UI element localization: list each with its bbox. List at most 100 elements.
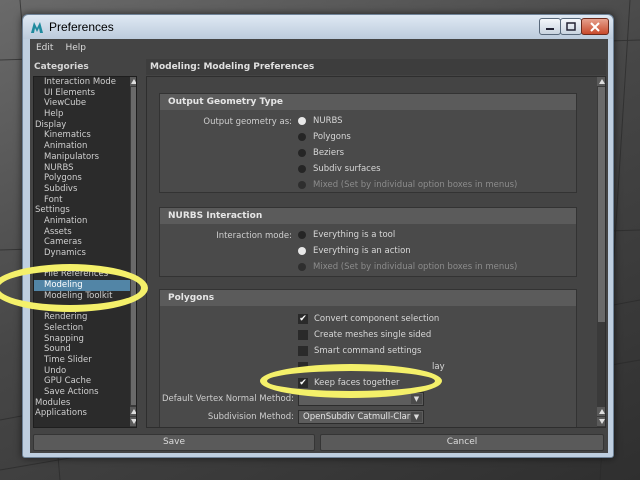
default-vertex-normal-dropdown[interactable]: ▼ — [298, 392, 424, 406]
output-geometry-section: Output Geometry Type Output geometry as:… — [159, 93, 577, 193]
category-item-time-slider[interactable]: Time Slider — [34, 355, 136, 366]
categories-scrollbar[interactable] — [130, 77, 136, 427]
radio-button-icon — [298, 247, 306, 255]
arrow-up-icon — [598, 79, 605, 84]
radio-mixed-output: Mixed (Set by individual option boxes in… — [298, 178, 517, 192]
category-item-cameras[interactable]: Cameras — [34, 237, 136, 248]
title-bar[interactable]: Preferences — [23, 15, 613, 39]
arrow-down-icon — [131, 419, 136, 424]
radio-button-icon — [298, 133, 306, 141]
category-item-modeling[interactable]: Modeling — [34, 280, 136, 291]
category-item-polygons[interactable]: Polygons — [34, 173, 136, 184]
categories-list[interactable]: Interaction Mode UI Elements ViewCube Help D… — [33, 76, 137, 428]
arrow-up-icon — [131, 409, 136, 414]
minimize-icon — [546, 27, 554, 30]
radio-button-icon — [298, 231, 306, 239]
content-scroll-up-button[interactable] — [597, 77, 605, 86]
nurbs-interaction-title[interactable]: NURBS Interaction — [160, 208, 576, 224]
category-item-subdivs[interactable]: Subdivs — [34, 184, 136, 195]
category-item-save-actions[interactable]: Save Actions — [34, 387, 136, 398]
output-geometry-label: Output geometry as: — [203, 117, 292, 127]
category-item-font[interactable]: Font — [34, 195, 136, 206]
radio-button-icon — [298, 263, 306, 271]
category-item-help[interactable]: Help — [34, 109, 136, 120]
category-item-interaction-mode[interactable]: Interaction Mode — [34, 77, 136, 88]
close-button[interactable] — [581, 18, 609, 35]
category-item-sound[interactable]: Sound — [34, 344, 136, 355]
category-item-kinematics[interactable]: Kinematics — [34, 130, 136, 141]
save-button[interactable]: Save — [33, 434, 315, 451]
category-item-settings[interactable]: Settings — [34, 205, 136, 216]
category-item-modeling-toolkit[interactable]: Modeling Toolkit — [34, 291, 136, 302]
checkbox-icon — [298, 330, 308, 340]
category-item-nurbs[interactable]: NURBS — [34, 163, 136, 174]
output-geometry-body: Output geometry as: NURBS Polygons Bezie… — [160, 110, 576, 192]
content-scroll-down-button[interactable] — [597, 417, 605, 426]
maya-app-icon — [31, 22, 43, 33]
nurbs-interaction-body: Interaction mode: Everything is a tool E… — [160, 224, 576, 276]
window-title: Preferences — [49, 20, 114, 34]
subdivision-method-label: Subdivision Method: — [207, 412, 294, 422]
radio-mixed-interaction: Mixed (Set by individual option boxes in… — [298, 260, 517, 274]
category-item-blank[interactable] — [34, 259, 136, 270]
category-item-selection[interactable]: Selection — [34, 323, 136, 334]
polygons-title[interactable]: Polygons — [160, 290, 576, 306]
categories-items: Interaction Mode UI Elements ViewCube Help D… — [34, 77, 136, 419]
category-item-blank[interactable] — [34, 301, 136, 312]
check-smart-command-settings[interactable]: Smart command settings — [298, 344, 421, 358]
checkbox-checked-icon: ✔ — [298, 378, 308, 388]
polygons-body: ✔ Convert component selection Create mes… — [160, 306, 576, 427]
category-item-snapping[interactable]: Snapping — [34, 334, 136, 345]
arrow-down-icon — [598, 419, 605, 424]
scroll-down-button[interactable] — [130, 417, 136, 426]
close-icon — [590, 21, 600, 32]
category-item-undo[interactable]: Undo — [34, 366, 136, 377]
category-item-file-references[interactable]: File References — [34, 269, 136, 280]
radio-everything-action[interactable]: Everything is an action — [298, 244, 411, 258]
categories-scroll-thumb[interactable] — [131, 87, 136, 405]
arrow-up-icon — [598, 409, 605, 414]
check-convert-component-selection[interactable]: ✔ Convert component selection — [298, 312, 439, 326]
category-item-assets[interactable]: Assets — [34, 227, 136, 238]
category-item-rendering[interactable]: Rendering — [34, 312, 136, 323]
radio-subdiv-surfaces[interactable]: Subdiv surfaces — [298, 162, 381, 176]
category-item-viewcube[interactable]: ViewCube — [34, 98, 136, 109]
category-item-modules[interactable]: Modules — [34, 398, 136, 409]
category-item-dynamics[interactable]: Dynamics — [34, 248, 136, 259]
category-item-applications[interactable]: Applications — [34, 408, 136, 419]
category-item-animation[interactable]: Animation — [34, 141, 136, 152]
polygons-section: Polygons ✔ Convert component selection C… — [159, 289, 577, 427]
check-keep-faces-together[interactable]: ✔ Keep faces together — [298, 376, 400, 390]
category-item-ui-elements[interactable]: UI Elements — [34, 88, 136, 99]
menu-help[interactable]: Help — [59, 43, 92, 53]
scroll-up-button[interactable] — [130, 77, 136, 86]
radio-button-icon — [298, 149, 306, 157]
window-client-area: Edit Help Categories Interaction Mode UI … — [30, 39, 608, 453]
content-scroll-up-button-lower[interactable] — [597, 407, 605, 416]
category-item-display[interactable]: Display — [34, 120, 136, 131]
cancel-button[interactable]: Cancel — [320, 434, 604, 451]
menu-bar: Edit Help — [30, 39, 608, 57]
check-display-option[interactable]: lay — [298, 360, 445, 374]
minimize-button[interactable] — [539, 18, 561, 35]
radio-polygons[interactable]: Polygons — [298, 130, 351, 144]
radio-button-icon — [298, 165, 306, 173]
category-item-manipulators[interactable]: Manipulators — [34, 152, 136, 163]
subdivision-method-dropdown[interactable]: OpenSubdiv Catmull-Clark ▼ — [298, 410, 424, 424]
maximize-button[interactable] — [560, 18, 582, 35]
radio-beziers[interactable]: Beziers — [298, 146, 344, 160]
radio-nurbs[interactable]: NURBS — [298, 114, 343, 128]
radio-everything-tool[interactable]: Everything is a tool — [298, 228, 395, 242]
radio-button-icon — [298, 117, 306, 125]
output-geometry-title[interactable]: Output Geometry Type — [160, 94, 576, 110]
category-item-gpu-cache[interactable]: GPU Cache — [34, 376, 136, 387]
menu-edit[interactable]: Edit — [30, 43, 59, 53]
content-scrollbar[interactable] — [597, 77, 605, 427]
content-scroll-thumb[interactable] — [598, 87, 605, 322]
checkbox-checked-icon: ✔ — [298, 314, 308, 324]
category-item-animation[interactable]: Animation — [34, 216, 136, 227]
chevron-down-icon: ▼ — [411, 412, 422, 422]
scroll-up-button-lower[interactable] — [130, 407, 136, 416]
default-vertex-normal-label: Default Vertex Normal Method: — [162, 394, 294, 404]
check-create-meshes-single-sided[interactable]: Create meshes single sided — [298, 328, 431, 342]
